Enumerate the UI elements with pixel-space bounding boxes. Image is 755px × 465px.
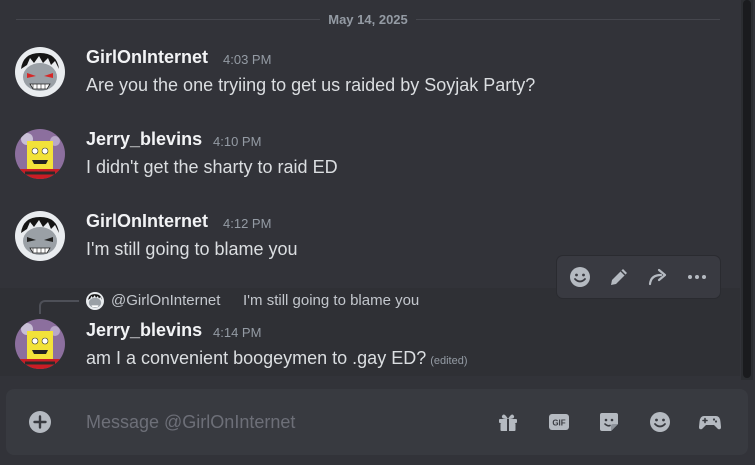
avatar-girloninternet[interactable] [15,47,65,97]
reply-mention[interactable]: @GirlOnInternet [111,292,220,309]
avatar-jerry-blevins[interactable] [15,319,65,369]
message-content: I didn't get the sharty to raid ED [86,157,338,177]
username[interactable]: GirlOnInternet [86,47,208,68]
message-item[interactable]: GirlOnInternet 4:03 PM Are you the one t… [0,0,740,110]
username[interactable]: GirlOnInternet [86,211,208,232]
message-composer: GIF [6,389,748,455]
avatar-girloninternet[interactable] [15,211,65,261]
message-list: May 14, 2025 GirlOnInternet 4:03 PM Are … [0,0,740,380]
timestamp: 4:10 PM [213,134,262,149]
reply-connector [39,300,79,314]
message-content: Are you the one tryiing to get us raided… [86,75,536,95]
username[interactable]: Jerry_blevins [86,320,202,341]
timestamp: 4:03 PM [223,52,272,67]
avatar-jerry-blevins[interactable] [15,129,65,179]
scrollbar-thumb[interactable] [743,0,751,378]
gif-icon[interactable]: GIF [545,408,573,436]
timestamp: 4:14 PM [213,325,262,340]
message-content: am I a convenient boogeymen to .gay ED?(… [86,348,468,369]
timestamp: 4:12 PM [223,216,272,231]
activities-icon[interactable] [696,408,724,436]
username[interactable]: Jerry_blevins [86,129,202,150]
reply-preview-text[interactable]: I'm still going to blame you [243,292,419,309]
message-content: I'm still going to blame you [86,239,298,259]
add-attachment-icon[interactable] [28,410,52,434]
reply-avatar[interactable] [86,292,104,310]
message-input[interactable] [86,407,476,437]
message-actions-toolbar [557,256,720,298]
more-options-icon[interactable] [681,261,713,293]
message-item[interactable]: Jerry_blevins 4:14 PM am I a convenient … [0,0,740,369]
edited-label: (edited) [430,355,468,367]
gift-icon[interactable] [494,408,522,436]
edit-icon[interactable] [603,261,635,293]
emoji-icon[interactable] [646,408,674,436]
svg-text:GIF: GIF [552,419,565,428]
add-reaction-icon[interactable] [564,261,596,293]
message-text: am I a convenient boogeymen to .gay ED? [86,348,427,368]
sticker-icon[interactable] [595,408,623,436]
forward-icon[interactable] [642,261,674,293]
